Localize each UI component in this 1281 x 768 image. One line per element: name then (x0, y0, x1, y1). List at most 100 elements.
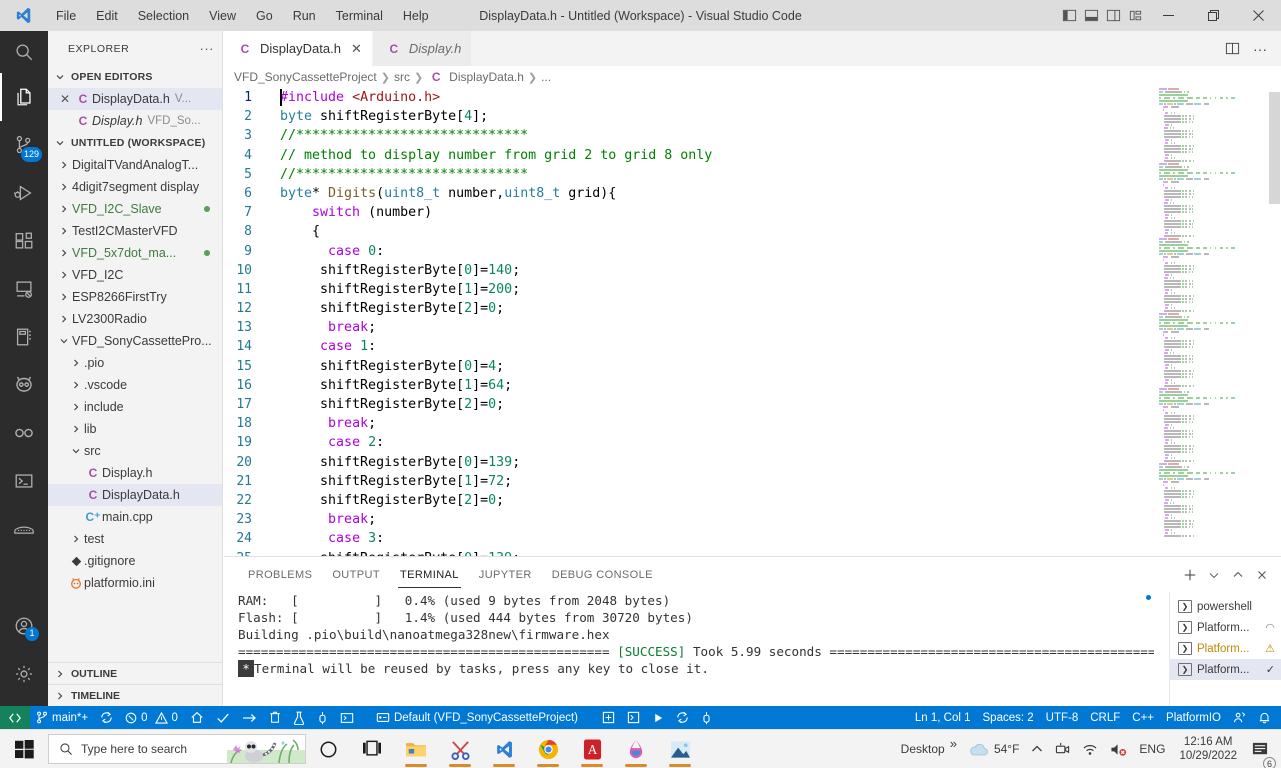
editor-scrollbar-thumb[interactable] (1269, 92, 1280, 204)
breadcrumb-symbol[interactable]: ... (541, 70, 551, 84)
window-restore-button[interactable] (1191, 0, 1236, 31)
window-close-button[interactable] (1236, 0, 1281, 31)
run-and-debug-icon[interactable] (0, 169, 48, 217)
close-icon[interactable]: ✕ (351, 41, 362, 57)
source-control-icon[interactable]: 129 (0, 121, 48, 169)
folder-4digit7segment[interactable]: 4digit7segment display (48, 176, 222, 198)
customize-layout-icon[interactable] (1124, 0, 1146, 31)
folder-lv2300radio[interactable]: LV2300Radio (48, 308, 222, 330)
status-run-button[interactable] (646, 706, 670, 729)
extensions-icon[interactable] (0, 217, 48, 265)
folder-vfd-i2c[interactable]: VFD_I2C (48, 264, 222, 286)
open-editor-displaydata[interactable]: ✕ C DisplayData.h V... (48, 88, 222, 110)
pio-serial-monitor-button[interactable] (311, 706, 334, 729)
remote-indicator[interactable] (0, 706, 30, 729)
paint-3d-icon[interactable] (614, 730, 658, 768)
toggle-secondary-sidebar-icon[interactable] (1102, 0, 1124, 31)
status-platformio[interactable]: PlatformIO (1160, 706, 1227, 729)
menu-edit[interactable]: Edit (86, 5, 128, 27)
close-panel-icon[interactable] (1251, 557, 1273, 592)
file-display-h[interactable]: C Display.h (48, 462, 222, 484)
status-cursor-position[interactable]: Ln 1, Col 1 (909, 706, 977, 729)
action-center-button[interactable]: 6 (1245, 730, 1276, 768)
overflow-chevron-icon[interactable]: » (950, 736, 957, 751)
terminal-icon[interactable] (0, 457, 48, 505)
pio-test-button[interactable] (287, 706, 311, 729)
tray-network-icon[interactable] (1076, 730, 1104, 768)
tab-terminal[interactable]: TERMINAL (390, 557, 469, 592)
more-actions-icon[interactable]: ··· (1247, 31, 1273, 66)
folder-vfd-5x7dot[interactable]: VFD_5x7dot_ma... (48, 242, 222, 264)
chevron-down-icon[interactable] (1203, 557, 1225, 592)
window-minimize-button[interactable] (1146, 0, 1191, 31)
file-gitignore[interactable]: .gitignore (48, 550, 222, 572)
status-indentation[interactable]: Spaces: 2 (977, 706, 1040, 729)
folder-digitaltv[interactable]: DigitalTVandAnalogT... (48, 154, 222, 176)
file-explorer-icon[interactable] (394, 730, 438, 768)
open-editors-section-header[interactable]: OPEN EDITORS (48, 66, 222, 88)
status-branch[interactable]: main*+ (30, 706, 94, 729)
tab-jupyter[interactable]: JUPYTER (469, 557, 542, 592)
gear-icon[interactable] (0, 650, 48, 698)
outline-section-header[interactable]: OUTLINE (48, 662, 222, 684)
code-lines[interactable]: 1 #include <Arduino.h> 2 byte shiftRegister… (224, 88, 1281, 556)
terminal-list-item-powershell[interactable]: ❯ powershell (1170, 596, 1281, 617)
terminal-list-item-platformio-2[interactable]: ❯ Platform... ⚠ (1170, 638, 1281, 659)
tab-output[interactable]: OUTPUT (322, 557, 390, 592)
sidebar-more-actions-icon[interactable]: ··· (200, 41, 215, 56)
pio-terminal-button[interactable] (334, 706, 360, 729)
status-env[interactable]: Default (VFD_SonyCassetteProject) (370, 706, 584, 729)
folder-testi2cmastervfd[interactable]: TestI2CMasterVFD (48, 220, 222, 242)
tab-display-h[interactable]: C Display.h (372, 31, 473, 66)
task-view-icon[interactable] (350, 730, 394, 768)
remote-explorer-icon[interactable] (0, 265, 48, 313)
terminal-output[interactable]: RAM: [ ] 0.4% (used 9 bytes from 2048 by… (224, 592, 1154, 707)
file-main-cpp[interactable]: C⁺ main.cpp (48, 506, 222, 528)
status-eol[interactable]: CRLF (1084, 706, 1126, 729)
new-terminal-icon[interactable] (1179, 557, 1201, 592)
menu-terminal[interactable]: Terminal (326, 5, 393, 27)
terminal-scrollbar[interactable] (1145, 595, 1153, 705)
menu-go[interactable]: Go (246, 5, 283, 27)
menu-file[interactable]: File (46, 5, 86, 27)
minimap[interactable] (1157, 88, 1267, 556)
status-language-mode[interactable]: C++ (1126, 706, 1160, 729)
menu-view[interactable]: View (199, 5, 246, 27)
menu-bar[interactable]: File Edit Selection View Go Run Terminal… (46, 5, 439, 27)
editor-scrollbar[interactable] (1267, 88, 1281, 556)
adobe-reader-icon[interactable]: A (570, 730, 614, 768)
folder-test[interactable]: test (48, 528, 222, 550)
folder-vscode[interactable]: .vscode (48, 374, 222, 396)
pio-upload-button[interactable] (236, 706, 263, 729)
status-sync[interactable] (94, 706, 119, 729)
status-plug-button[interactable] (695, 706, 718, 729)
chrome-icon[interactable] (526, 730, 570, 768)
cortana-icon[interactable] (306, 730, 350, 768)
taskbar-search-box[interactable]: Type here to search (48, 734, 306, 764)
taskbar-clock[interactable]: 12:16 AM 10/29/2022 (1171, 735, 1245, 763)
serial-monitor-icon[interactable] (0, 505, 48, 553)
tray-expand-button[interactable] (1025, 730, 1049, 768)
platformio-icon[interactable] (0, 361, 48, 409)
maximize-panel-icon[interactable] (1227, 557, 1249, 592)
folder-esp8266firsttry[interactable]: ESP8266FirstTry (48, 286, 222, 308)
terminal-list-item-platformio-3[interactable]: ❯ Platform... ✓ (1170, 659, 1281, 680)
folder-src[interactable]: src (48, 440, 222, 462)
accounts-icon[interactable]: 1 (0, 602, 48, 650)
folder-vfd-i2c-slave[interactable]: VFD_I2C_Slave (48, 198, 222, 220)
explorer-icon[interactable] (0, 73, 48, 121)
terminal-list-item-platformio-1[interactable]: ❯ Platform... ◠ (1170, 617, 1281, 638)
open-editor-display[interactable]: C Display.h VFD_So... (48, 110, 222, 132)
folder-include[interactable]: include (48, 396, 222, 418)
search-icon[interactable] (0, 31, 48, 73)
infinity-icon[interactable] (0, 409, 48, 457)
tab-displaydata-h[interactable]: C DisplayData.h ✕ (224, 31, 373, 66)
workspace-section-header[interactable]: UNTITLED (WORKSPACE) (48, 132, 222, 154)
tab-problems[interactable]: PROBLEMS (238, 557, 322, 592)
pio-home-button[interactable] (184, 706, 210, 729)
desktop-label[interactable]: Desktop » (895, 730, 963, 768)
tray-volume-muted-icon[interactable] (1104, 730, 1133, 768)
split-editor-icon[interactable] (1219, 31, 1245, 66)
tab-debug-console[interactable]: DEBUG CONSOLE (542, 557, 663, 592)
file-displaydata-h[interactable]: C DisplayData.h (48, 484, 222, 506)
